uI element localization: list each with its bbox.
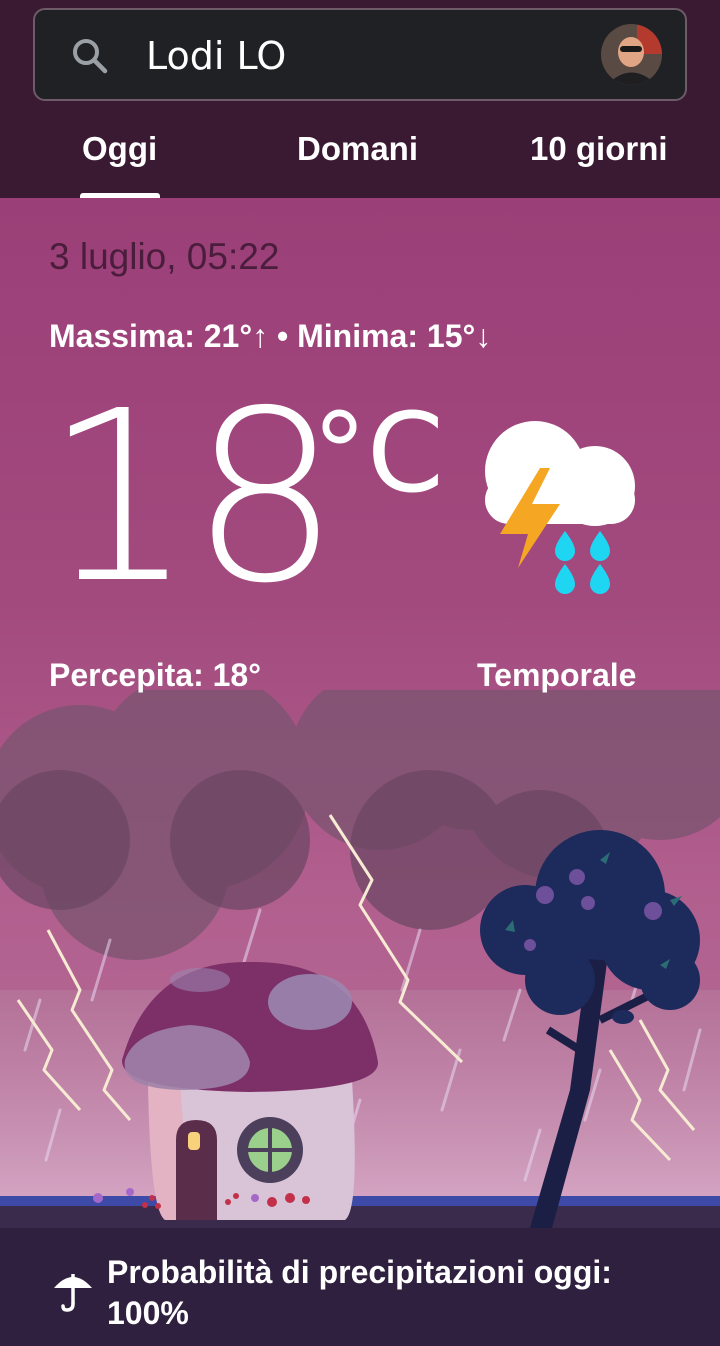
temperature-unit: °C <box>312 389 444 517</box>
thunderstorm-rain-icon <box>485 421 635 594</box>
top-bar: Lodi LO Oggi Domani 10 giorni <box>0 0 720 198</box>
tab-oggi[interactable]: Oggi <box>82 130 157 168</box>
search-location-text[interactable]: Lodi LO <box>146 34 286 78</box>
tab-domani[interactable]: Domani <box>297 130 418 168</box>
current-temperature: 18 <box>44 360 340 635</box>
date-time: 3 luglio, 05:22 <box>49 236 280 277</box>
tab-10-giorni[interactable]: 10 giorni <box>530 130 668 168</box>
precipitation-probability: Probabilità di precipitazioni oggi: 100% <box>107 1254 612 1331</box>
feels-like: Percepita: 18° <box>49 657 262 693</box>
search-box[interactable] <box>33 8 687 101</box>
search-icon[interactable] <box>70 36 110 76</box>
umbrella-icon <box>54 1274 92 1312</box>
avatar[interactable] <box>601 24 662 85</box>
high-low-temperature: Massima: 21°↑ • Minima: 15°↓ <box>49 318 492 354</box>
weather-condition: Temporale <box>477 657 637 693</box>
